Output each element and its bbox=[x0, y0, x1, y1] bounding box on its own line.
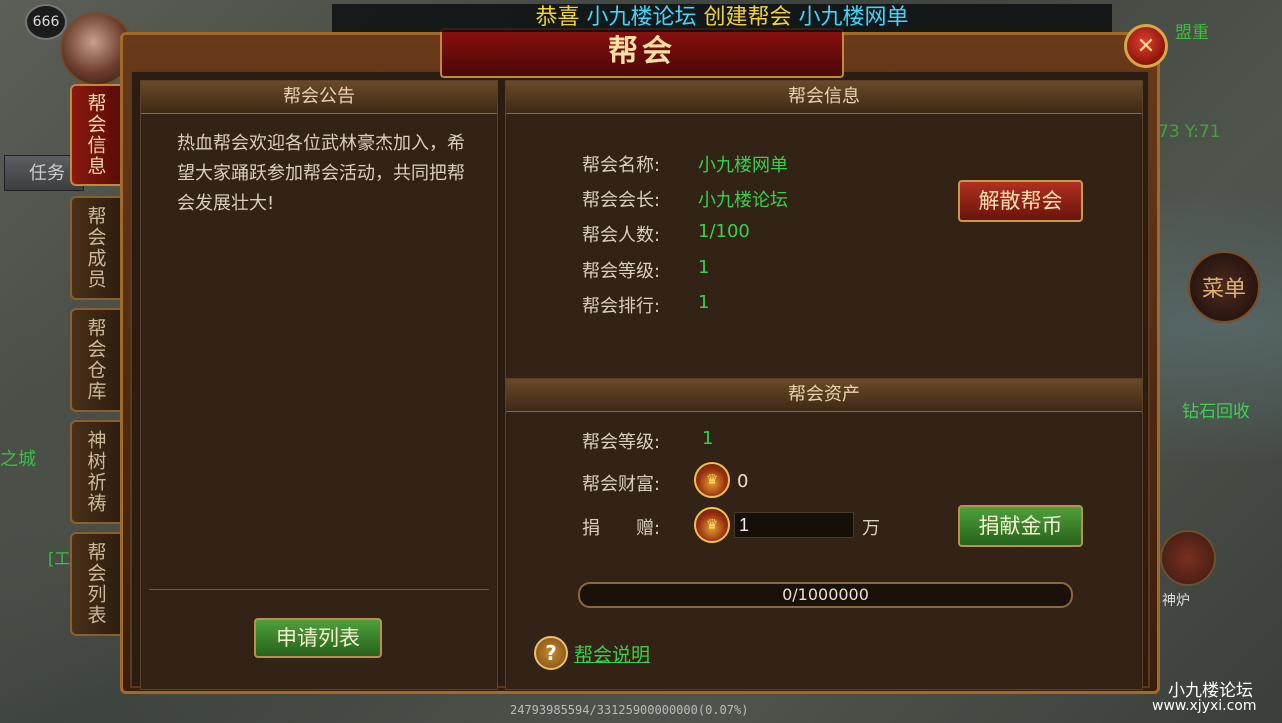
guild-help-link[interactable]: 帮会说明 bbox=[574, 640, 650, 667]
tab-guild-warehouse[interactable]: 帮会仓库 bbox=[70, 308, 120, 412]
close-button[interactable]: ✕ bbox=[1124, 24, 1168, 68]
donate-unit: 万 bbox=[862, 518, 880, 539]
assets-value-wealth: 0 bbox=[737, 471, 749, 492]
apply-list-button[interactable]: 申请列表 bbox=[254, 618, 382, 658]
assets-label-level: 帮会等级: bbox=[582, 432, 661, 453]
donate-label: 捐 赠: bbox=[582, 518, 661, 539]
info-value-level: 1 bbox=[698, 257, 710, 278]
assets-value-level: 1 bbox=[702, 428, 714, 449]
info-value-members: 1/100 bbox=[698, 221, 750, 242]
world-location-text: 之城 bbox=[0, 449, 36, 470]
tab-guild-info[interactable]: 帮会信息 bbox=[70, 84, 120, 186]
info-value-name: 小九楼网单 bbox=[698, 155, 788, 176]
help-question-icon[interactable]: ? bbox=[534, 636, 568, 670]
donate-crown-icon: ♛ bbox=[694, 507, 730, 543]
world-chat-text: [工 bbox=[48, 549, 71, 568]
furnace-label: 神炉 bbox=[1162, 593, 1190, 609]
notice-header: 帮会公告 bbox=[141, 81, 497, 114]
wealth-progress-bar: 0/1000000 bbox=[578, 582, 1073, 608]
experience-readout: 24793985594/33125900000000(0.07%) bbox=[510, 703, 749, 717]
info-label-name: 帮会名称: bbox=[582, 155, 661, 176]
tab-sacred-tree-prayer[interactable]: 神树祈祷 bbox=[70, 420, 120, 524]
broadcast-middle: 创建帮会 bbox=[696, 5, 799, 30]
menu-button[interactable]: 菜单 bbox=[1188, 251, 1260, 323]
notice-text: 热血帮会欢迎各位武林豪杰加入，希望大家踊跃参加帮会活动，共同把帮会发展壮大! bbox=[177, 133, 465, 214]
info-value-leader: 小九楼论坛 bbox=[698, 190, 788, 211]
player-level-badge: 666 bbox=[25, 4, 67, 40]
close-x-icon: ✕ bbox=[1136, 33, 1156, 59]
broadcast-founder: 小九楼论坛 bbox=[586, 5, 697, 30]
info-label-level: 帮会等级: bbox=[582, 261, 661, 282]
broadcast-guild: 小九楼网单 bbox=[798, 5, 909, 30]
diamond-recycle-link[interactable]: 钻石回收 bbox=[1182, 397, 1250, 422]
assets-label-wealth: 帮会财富: bbox=[582, 474, 661, 495]
furnace-icon[interactable] bbox=[1160, 530, 1216, 586]
wealth-progress-text: 0/1000000 bbox=[782, 585, 869, 604]
map-coordinates: 73 Y:71 bbox=[1158, 122, 1221, 142]
watermark-url: www.xjyxi.com bbox=[1152, 698, 1257, 714]
info-header: 帮会信息 bbox=[506, 81, 1142, 114]
notice-panel: 帮会公告 热血帮会欢迎各位武林豪杰加入，希望大家踊跃参加帮会活动，共同把帮会发展… bbox=[140, 80, 498, 690]
donate-gold-button[interactable]: 捐献金币 bbox=[958, 505, 1083, 547]
notice-divider bbox=[149, 589, 489, 590]
assets-header: 帮会资产 bbox=[506, 379, 1142, 412]
donate-amount-input[interactable] bbox=[734, 512, 854, 538]
system-broadcast: 恭喜 小九楼论坛 创建帮会 小九楼网单 bbox=[332, 4, 1112, 32]
disband-guild-button[interactable]: 解散帮会 bbox=[958, 180, 1083, 222]
info-label-members: 帮会人数: bbox=[582, 225, 661, 246]
minimap-location-label: 盟重 bbox=[1175, 23, 1209, 43]
broadcast-prefix: 恭喜 bbox=[535, 5, 587, 30]
info-value-rank: 1 bbox=[698, 292, 710, 313]
tab-guild-list[interactable]: 帮会列表 bbox=[70, 532, 120, 636]
wealth-crown-icon: ♛ bbox=[694, 462, 730, 498]
info-label-leader: 帮会会长: bbox=[582, 190, 661, 211]
tab-guild-members[interactable]: 帮会成员 bbox=[70, 196, 120, 300]
info-label-rank: 帮会排行: bbox=[582, 296, 661, 317]
dialog-title: 帮会 bbox=[440, 28, 844, 78]
